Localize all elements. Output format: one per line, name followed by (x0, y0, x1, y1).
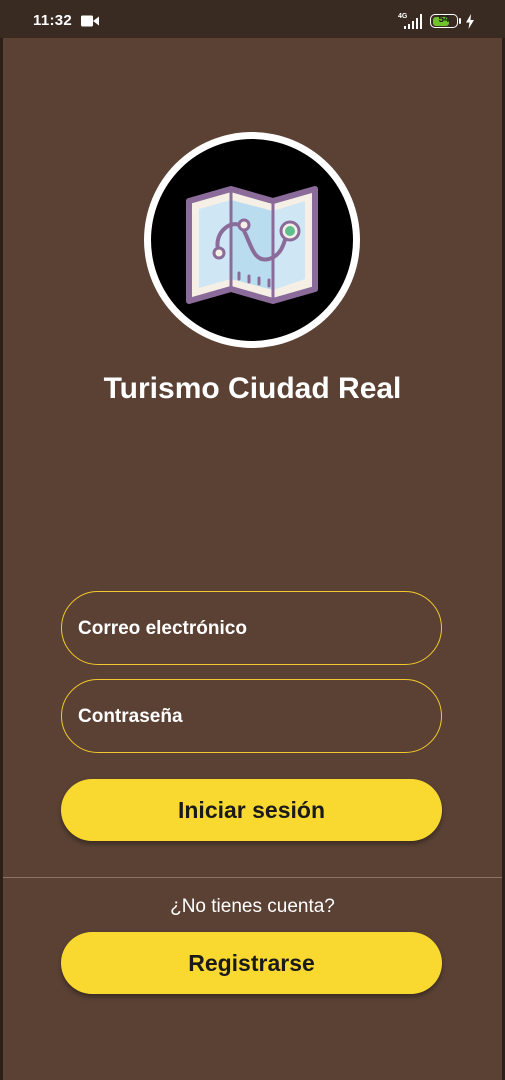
app-logo-background (151, 139, 353, 341)
login-screen: 11:32 4G 54 Turismo Ciudad Real Correo e… (0, 0, 505, 1080)
battery-tip (459, 18, 461, 24)
battery-percent: 54 (438, 14, 450, 25)
section-divider (3, 877, 502, 878)
status-bar: 11:32 4G 54 (0, 0, 505, 38)
screen-edge-left (0, 0, 3, 1080)
battery-icon: 54 (430, 14, 458, 28)
map-route-icon (186, 186, 318, 304)
email-input[interactable] (76, 592, 420, 666)
login-button[interactable]: Iniciar sesión (61, 779, 442, 841)
app-logo (144, 132, 360, 348)
charging-bolt-icon (466, 14, 474, 29)
signal-icon (404, 14, 422, 29)
email-field[interactable] (61, 591, 442, 666)
password-input[interactable] (76, 680, 420, 754)
status-time: 11:32 (33, 12, 73, 29)
video-camera-icon (81, 15, 99, 27)
password-field[interactable] (61, 679, 442, 754)
no-account-prompt: ¿No tienes cuenta? (170, 896, 335, 917)
app-title: Turismo Ciudad Real (103, 372, 402, 405)
register-button[interactable]: Registrarse (61, 932, 442, 994)
